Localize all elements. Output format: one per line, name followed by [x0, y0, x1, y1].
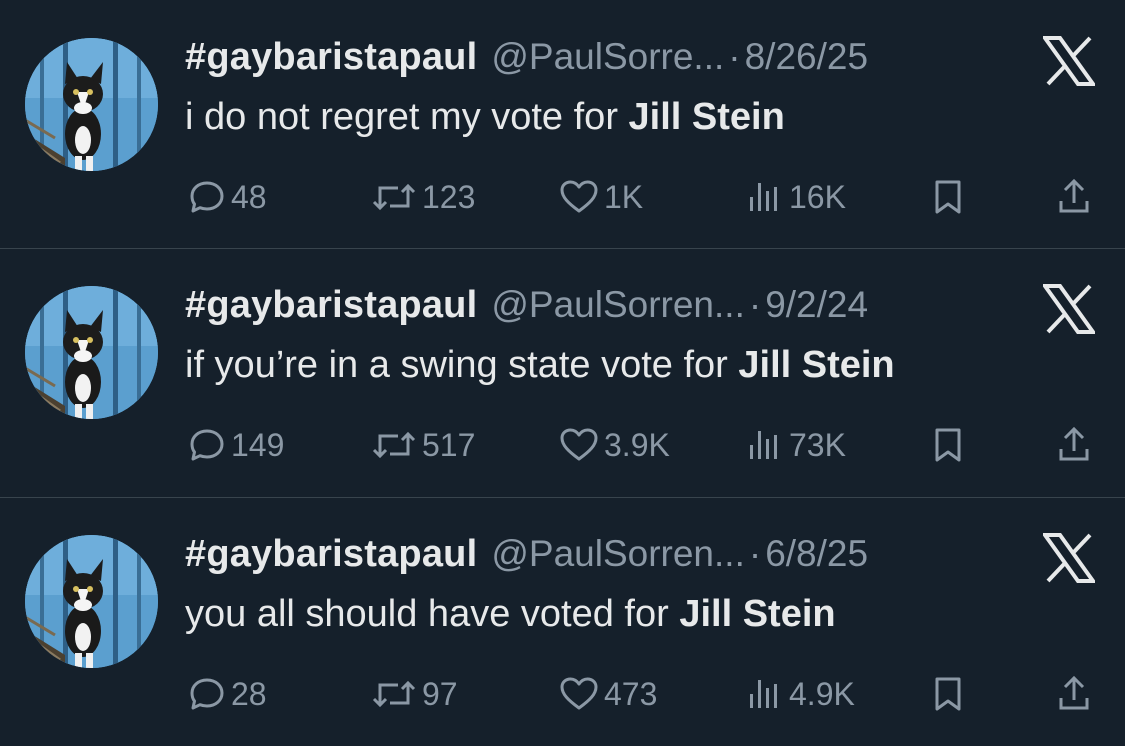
reply-icon: [190, 181, 224, 213]
retweet-icon: [372, 431, 416, 459]
tweet-text-bold: Jill Stein: [738, 344, 895, 386]
avatar[interactable]: [25, 535, 158, 668]
cat-avatar-image: [25, 535, 158, 668]
tweet-header: #gaybaristapaul @PaulSorren... · 9/2/24: [185, 284, 868, 330]
retweet-count: 123: [422, 178, 476, 215]
share-icon: [1059, 178, 1089, 213]
retweet-icon: [372, 680, 416, 708]
tweet-actions: 28 97 473 4.9K: [0, 669, 1125, 719]
tweet[interactable]: #gaybaristapaul @PaulSorren... · 6/8/25 …: [0, 497, 1125, 745]
views-count: 4.9K: [789, 675, 855, 712]
views-count: 73K: [789, 426, 846, 463]
tweet-date[interactable]: 9/2/24: [765, 284, 868, 326]
retweet-button[interactable]: 123: [370, 172, 475, 222]
like-count: 1K: [604, 178, 644, 215]
like-count: 473: [604, 675, 658, 712]
tweet-text-plain: i do not regret my vote for: [185, 96, 629, 138]
tweet-text: if you’re in a swing state vote for Jill…: [185, 344, 895, 387]
header-separator: ·: [748, 533, 762, 574]
tweet-actions: 48 123 1K 16K: [0, 172, 1125, 222]
header-separator: ·: [728, 36, 741, 77]
like-button[interactable]: 1K: [558, 172, 643, 222]
views-icon: [750, 431, 777, 459]
reply-button[interactable]: 28: [187, 669, 267, 719]
display-name[interactable]: #gaybaristapaul: [185, 533, 477, 576]
share-button[interactable]: [1056, 669, 1092, 719]
user-handle[interactable]: @PaulSorre...: [491, 36, 724, 78]
bookmark-icon: [935, 180, 961, 214]
tweet-feed: #gaybaristapaul @PaulSorre... · 8/26/25 …: [0, 0, 1125, 746]
tweet-text-plain: you all should have voted for: [185, 593, 680, 635]
share-button[interactable]: [1056, 172, 1092, 222]
tweet-header: #gaybaristapaul @PaulSorren... · 6/8/25: [185, 533, 868, 579]
avatar[interactable]: [25, 286, 158, 419]
bookmark-icon: [935, 428, 961, 462]
tweet-text: you all should have voted for Jill Stein: [185, 593, 836, 636]
heart-icon: [560, 180, 598, 213]
reply-count: 48: [231, 178, 267, 215]
x-logo-icon: [1041, 533, 1097, 583]
views-count: 16K: [789, 178, 846, 215]
display-name[interactable]: #gaybaristapaul: [185, 284, 477, 327]
bookmark-button[interactable]: [932, 420, 964, 470]
views-icon: [750, 183, 777, 211]
user-handle[interactable]: @PaulSorren...: [491, 533, 745, 575]
like-button[interactable]: 473: [558, 669, 657, 719]
x-logo-icon: [1041, 284, 1097, 334]
heart-icon: [560, 428, 598, 461]
views-button[interactable]: 73K: [745, 420, 846, 470]
avatar[interactable]: [25, 38, 158, 171]
like-count: 3.9K: [604, 426, 670, 463]
retweet-button[interactable]: 517: [370, 420, 475, 470]
share-icon: [1059, 675, 1089, 710]
share-icon: [1059, 426, 1089, 461]
bookmark-button[interactable]: [932, 172, 964, 222]
display-name[interactable]: #gaybaristapaul: [185, 36, 477, 79]
tweet[interactable]: #gaybaristapaul @PaulSorren... · 9/2/24 …: [0, 248, 1125, 496]
tweet-text-bold: Jill Stein: [628, 96, 785, 138]
reply-count: 28: [231, 675, 267, 712]
like-button[interactable]: 3.9K: [558, 420, 670, 470]
tweet-text-bold: Jill Stein: [679, 593, 836, 635]
tweet-text: i do not regret my vote for Jill Stein: [185, 96, 785, 139]
cat-avatar-image: [25, 38, 158, 171]
views-icon: [750, 680, 777, 708]
cat-avatar-image: [25, 286, 158, 419]
views-button[interactable]: 16K: [745, 172, 846, 222]
reply-button[interactable]: 48: [187, 172, 267, 222]
tweet-date[interactable]: 8/26/25: [745, 36, 868, 78]
reply-icon: [190, 429, 224, 461]
reply-icon: [190, 678, 224, 710]
user-handle[interactable]: @PaulSorren...: [491, 284, 745, 326]
reply-button[interactable]: 149: [187, 420, 284, 470]
views-button[interactable]: 4.9K: [745, 669, 855, 719]
bookmark-button[interactable]: [932, 669, 964, 719]
retweet-count: 517: [422, 426, 476, 463]
retweet-button[interactable]: 97: [370, 669, 458, 719]
share-button[interactable]: [1056, 420, 1092, 470]
header-separator: ·: [748, 284, 762, 325]
tweet-actions: 149 517 3.9K 73K: [0, 420, 1125, 470]
x-logo-icon: [1041, 36, 1097, 86]
bookmark-icon: [935, 677, 961, 711]
tweet-header: #gaybaristapaul @PaulSorre... · 8/26/25: [185, 36, 868, 82]
tweet[interactable]: #gaybaristapaul @PaulSorre... · 8/26/25 …: [0, 0, 1125, 248]
tweet-date[interactable]: 6/8/25: [765, 533, 868, 575]
tweet-text-plain: if you’re in a swing state vote for: [185, 344, 739, 386]
retweet-count: 97: [422, 675, 458, 712]
retweet-icon: [372, 183, 416, 211]
reply-count: 149: [231, 426, 285, 463]
heart-icon: [560, 677, 598, 710]
